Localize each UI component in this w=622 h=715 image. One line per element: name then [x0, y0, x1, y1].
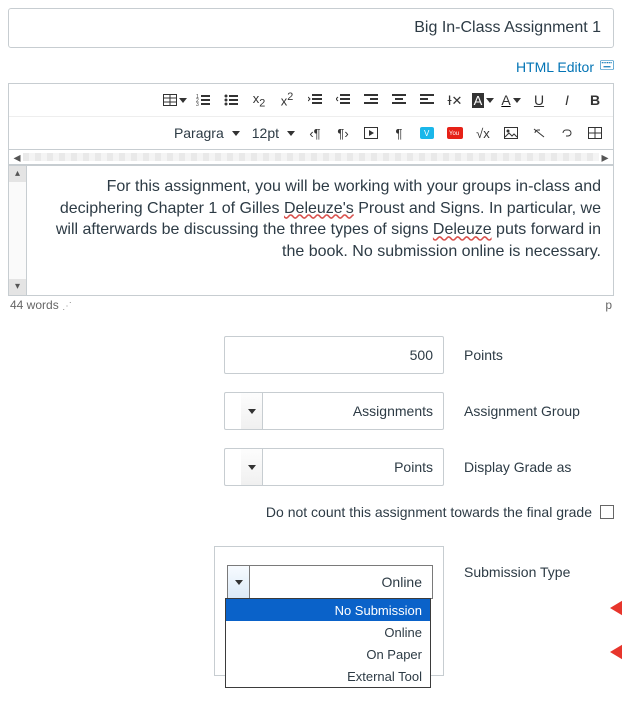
font-size-value: 12pt [252, 125, 279, 141]
submission-type-label: Submission Type [464, 546, 614, 580]
ruler-chevron-left-icon[interactable]: ◂ [11, 151, 23, 163]
keyboard-icon [600, 58, 614, 75]
svg-text:V: V [424, 129, 430, 138]
embed-math-button[interactable]: √x [469, 119, 497, 147]
align-center-button[interactable] [385, 86, 413, 114]
outdent-button[interactable] [329, 86, 357, 114]
assignment-group-value: Assignments [353, 403, 433, 419]
toolbar-row-1: B I U A A I✕ x2 x2 123 [9, 84, 613, 116]
clear-format-button[interactable]: I✕ [441, 86, 469, 114]
bold-button[interactable]: B [581, 86, 609, 114]
points-value: 500 [410, 347, 433, 363]
points-input[interactable]: 500 [224, 336, 444, 374]
dont-count-label: Do not count this assignment towards the… [266, 504, 592, 520]
html-editor-link[interactable]: HTML Editor [516, 59, 594, 75]
resize-handle-icon[interactable]: ⋰ [62, 301, 70, 312]
embed-vimeo-button[interactable]: V [413, 119, 441, 147]
assignment-group-row: Assignment Group Assignments [8, 392, 614, 430]
toolbar-row-2: √x You V ¶ ¶› ‹¶ 12pt Paragra [9, 116, 613, 149]
display-grade-row: Display Grade as Points [8, 448, 614, 486]
align-right-button[interactable] [357, 86, 385, 114]
ltr-button[interactable]: ¶› [329, 119, 357, 147]
status-word-count: 44 words ⋰ [10, 298, 70, 312]
font-family-value: Paragra [174, 125, 224, 141]
display-grade-label: Display Grade as [464, 459, 614, 475]
editor-line-3b: puts forward in [492, 221, 601, 238]
font-size-select[interactable]: 12pt [246, 119, 301, 147]
number-list-button[interactable]: 123 [189, 86, 217, 114]
chevron-down-icon [228, 566, 250, 598]
scroll-up-icon[interactable]: ▴ [9, 166, 26, 182]
underline-button[interactable]: U [525, 86, 553, 114]
editor-line-2b: Proust and Signs. In particular, we [354, 200, 601, 217]
font-color-button[interactable]: A [497, 86, 525, 114]
editor-line-2a: deciphering Chapter 1 of Gilles [60, 200, 284, 217]
align-left-button[interactable] [413, 86, 441, 114]
editor-line-3a: will afterwards be discussing the three … [56, 221, 433, 238]
editor-content[interactable]: For this assignment, you will be working… [27, 166, 613, 295]
chevron-down-icon [241, 449, 263, 485]
scroll-track[interactable] [9, 182, 26, 279]
annotation-arrow-1 [612, 596, 622, 618]
status-element-tag: p [605, 298, 612, 312]
subscript-button[interactable]: x2 [245, 86, 273, 114]
svg-text:You: You [449, 131, 459, 137]
dont-count-checkbox[interactable] [600, 505, 614, 519]
spellcheck-word-2: Deleuze [433, 221, 492, 238]
rtl-button[interactable]: ‹¶ [301, 119, 329, 147]
indent-button[interactable] [301, 86, 329, 114]
dropdown-option-external-tool[interactable]: External Tool [226, 665, 430, 687]
assignment-title-input[interactable] [8, 8, 614, 48]
points-row: Points 500 [8, 336, 614, 374]
dropdown-option-online[interactable]: Online [226, 621, 430, 643]
rich-text-toolbar: B I U A A I✕ x2 x2 123 √x You V ¶ ¶› ‹¶ … [8, 83, 614, 166]
scroll-down-icon[interactable]: ▾ [9, 279, 26, 295]
ruler-chevron-right-icon[interactable]: ▸ [599, 151, 611, 163]
insert-media-button[interactable] [357, 119, 385, 147]
embed-youtube-button[interactable]: You [441, 119, 469, 147]
submission-type-value: Online [250, 574, 432, 590]
dont-count-row: Do not count this assignment towards the… [178, 504, 614, 520]
submission-type-panel: Online No Submission Online On Paper Ext… [214, 546, 444, 676]
insert-link-button[interactable] [553, 119, 581, 147]
display-grade-value: Points [394, 459, 433, 475]
dropdown-option-no-submission[interactable]: No Submission [226, 599, 430, 621]
editor-scrollbar[interactable]: ▴ ▾ [9, 166, 27, 295]
annotation-arrow-2 [612, 640, 622, 662]
bullet-list-button[interactable] [217, 86, 245, 114]
svg-text:3: 3 [196, 102, 199, 106]
special-char-button[interactable]: ¶ [385, 119, 413, 147]
font-family-select[interactable]: Paragra [168, 119, 246, 147]
table-grid-button[interactable] [581, 119, 609, 147]
insert-image-button[interactable] [497, 119, 525, 147]
ruler-track [23, 153, 599, 161]
submission-type-dropdown: No Submission Online On Paper External T… [225, 598, 431, 688]
spellcheck-word-1: Deleuze's [284, 200, 354, 217]
editor-line-4: the book. No submission online is necess… [282, 243, 601, 260]
editor-ruler: ▸ ◂ [9, 149, 613, 165]
bg-color-button[interactable]: A [469, 86, 497, 114]
chevron-down-icon [241, 393, 263, 429]
editor-status-row: p 44 words ⋰ [8, 298, 614, 312]
superscript-button[interactable]: x2 [273, 86, 301, 114]
display-grade-select[interactable]: Points [224, 448, 444, 486]
insert-table-button[interactable] [161, 86, 189, 114]
editor-line-1: For this assignment, you will be working… [107, 178, 601, 195]
assignment-group-select[interactable]: Assignments [224, 392, 444, 430]
submission-type-select[interactable]: Online [227, 565, 433, 599]
assignment-group-label: Assignment Group [464, 403, 614, 419]
points-label: Points [464, 347, 614, 363]
remove-link-button[interactable] [525, 119, 553, 147]
italic-button[interactable]: I [553, 86, 581, 114]
dropdown-option-on-paper[interactable]: On Paper [226, 643, 430, 665]
rich-text-editor[interactable]: ▴ ▾ For this assignment, you will be wor… [8, 166, 614, 296]
